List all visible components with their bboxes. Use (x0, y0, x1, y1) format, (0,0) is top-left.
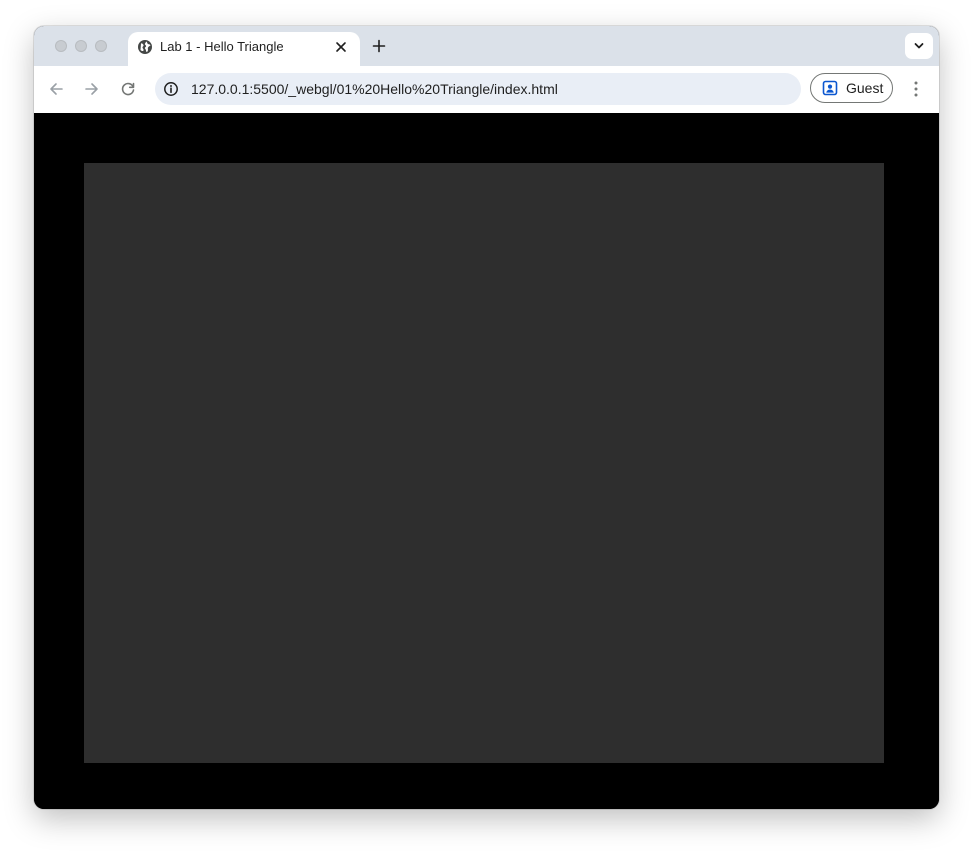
zoom-window-button[interactable] (95, 40, 107, 52)
page-viewport (34, 113, 939, 809)
close-tab-icon[interactable] (334, 40, 348, 54)
reload-icon[interactable] (118, 79, 138, 99)
profile-button[interactable]: Guest (810, 73, 893, 103)
new-tab-plus-icon[interactable] (370, 37, 388, 55)
minimize-window-button[interactable] (75, 40, 87, 52)
close-window-button[interactable] (55, 40, 67, 52)
profile-label: Guest (846, 80, 884, 96)
back-arrow-icon[interactable] (46, 79, 66, 99)
globe-icon (137, 39, 153, 55)
tab-search-button[interactable] (905, 33, 933, 59)
chevron-down-icon (914, 43, 924, 49)
tab-active[interactable]: Lab 1 - Hello Triangle (128, 32, 360, 66)
toolbar: 127.0.0.1:5500/_webgl/01%20Hello%20Trian… (34, 66, 939, 113)
tab-strip: Lab 1 - Hello Triangle (34, 26, 939, 66)
address-bar[interactable]: 127.0.0.1:5500/_webgl/01%20Hello%20Trian… (155, 73, 801, 105)
tab-title: Lab 1 - Hello Triangle (160, 39, 284, 54)
more-vertical-icon[interactable] (908, 79, 924, 99)
browser-window: Lab 1 - Hello Triangle 127.0.0.1:5500/_w… (34, 26, 939, 809)
url-text[interactable]: 127.0.0.1:5500/_webgl/01%20Hello%20Trian… (191, 81, 558, 97)
forward-arrow-icon[interactable] (82, 79, 102, 99)
guest-profile-icon (822, 80, 838, 96)
info-icon[interactable] (163, 81, 179, 97)
webgl-canvas[interactable] (84, 163, 884, 763)
